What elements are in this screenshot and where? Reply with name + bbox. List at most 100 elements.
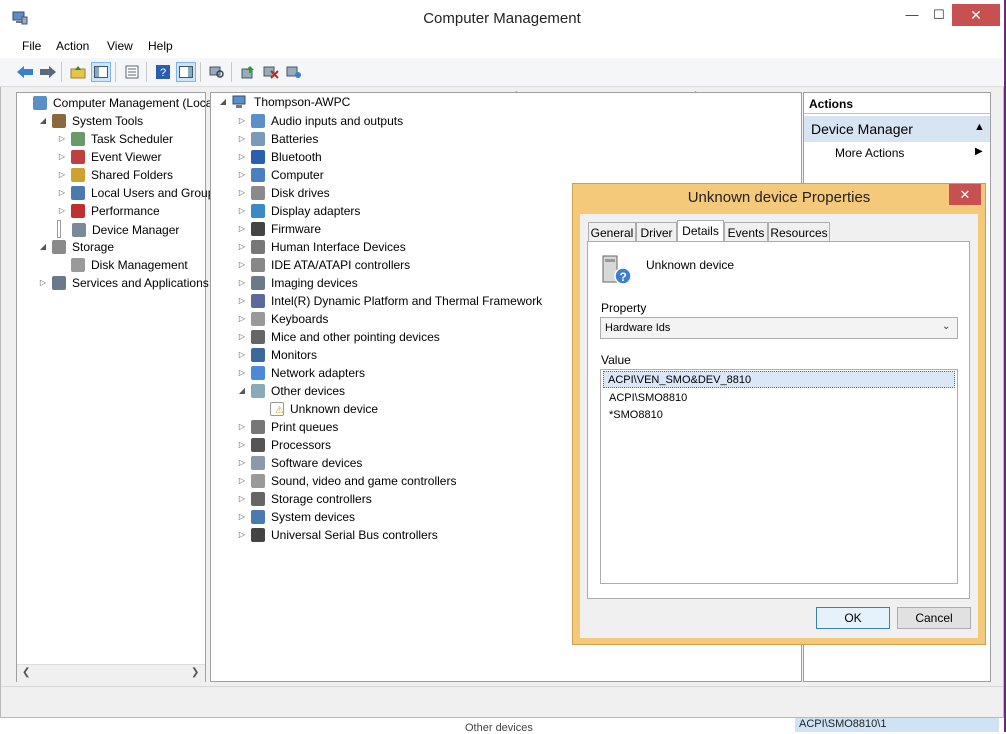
cancel-button[interactable]: Cancel [897,607,971,629]
expand-icon[interactable]: ▷ [237,310,247,328]
minimize-icon: — [905,7,919,22]
tree-item-label: System Tools [72,114,144,128]
forward-button[interactable] [38,62,58,82]
sound-icon [251,474,265,488]
up-one-level-button[interactable] [68,62,88,82]
collapse-icon[interactable]: ◢ [38,238,48,256]
enable-device-button[interactable] [284,62,304,82]
expand-icon[interactable]: ▷ [237,328,247,346]
scroll-right-icon[interactable]: ❯ [191,667,199,678]
expand-icon[interactable]: ▷ [237,202,247,220]
device-category-label: Firmware [271,222,321,236]
back-arrow-icon [17,66,33,78]
processor-icon [251,438,265,452]
chevron-down-icon[interactable]: ⌄ [942,321,954,335]
minimize-button[interactable]: — [898,4,926,26]
selected-value-text[interactable]: ACPI\VEN_SMO&DEV_8810 [608,372,751,388]
ok-button[interactable]: OK [816,607,890,629]
expand-icon[interactable]: ▷ [57,202,67,220]
scan-hardware-button[interactable] [207,62,227,82]
list-item[interactable]: ACPI\SMO8810 [609,390,687,406]
expand-icon[interactable]: ▷ [57,184,67,202]
users-icon [71,186,85,200]
expand-icon[interactable]: ▷ [237,346,247,364]
toolbar-separator [200,62,201,82]
expand-icon[interactable]: ▷ [237,130,247,148]
expand-icon[interactable]: ▷ [57,166,67,184]
expand-icon[interactable]: ▷ [237,256,247,274]
device-category-label: Display adapters [271,204,361,218]
expand-icon[interactable]: ▷ [237,526,247,544]
storage-icon [52,240,66,254]
expand-icon[interactable]: ▷ [57,130,67,148]
property-dropdown[interactable]: Hardware Ids [600,317,958,339]
device-category-label: Batteries [271,132,319,146]
collapse-section-icon[interactable]: ▲ [974,121,985,133]
menu-view[interactable]: View [107,39,133,53]
expand-icon[interactable]: ▷ [237,472,247,490]
collapse-icon[interactable]: ◢ [218,93,228,111]
show-hide-action-pane-button[interactable] [176,62,196,82]
expand-icon[interactable]: ▷ [237,490,247,508]
computer-icon [232,95,246,108]
expand-icon[interactable]: ▷ [57,148,67,166]
properties-icon [125,65,139,79]
show-hide-console-tree-button[interactable] [91,62,111,82]
device-tree-root-label: Thompson-AWPC [254,95,351,109]
tab-driver[interactable]: Driver [636,222,677,242]
device-category-label: Processors [271,438,332,452]
uninstall-icon [263,66,279,79]
close-button[interactable]: ✕ [952,4,1000,26]
close-icon: ✕ [959,187,971,202]
expand-icon[interactable]: ▷ [237,364,247,382]
console-tree-horizontal-scrollbar[interactable]: ❮ ❯ [17,664,205,682]
expand-icon[interactable]: ▷ [237,292,247,310]
menu-action[interactable]: Action [56,39,89,53]
expand-icon[interactable]: ▷ [237,418,247,436]
expand-icon[interactable]: ▷ [237,508,247,526]
collapse-icon[interactable]: ◢ [237,382,247,400]
expand-icon[interactable]: ▷ [237,454,247,472]
action-pane-icon [179,66,193,78]
tab-events[interactable]: Events [724,222,768,242]
expand-icon[interactable]: ▷ [237,436,247,454]
list-item[interactable]: *SMO8810 [609,407,663,423]
expand-icon[interactable]: ▷ [237,274,247,292]
svg-text:?: ? [620,270,627,284]
actions-section-device-manager[interactable]: Device Manager ▲ [804,116,990,142]
collapse-icon[interactable]: ◢ [38,112,48,130]
network-icon [251,366,265,380]
disk-management-icon [71,258,85,272]
expand-icon[interactable]: ▷ [237,220,247,238]
tree-item-label: Local Users and Groups [91,186,221,200]
tree-item-label: Device Manager [92,223,180,237]
tab-general[interactable]: General [588,222,636,242]
enable-device-icon [286,66,301,78]
expand-icon[interactable]: ▷ [237,112,247,130]
menu-file[interactable]: File [22,39,41,53]
shared-folder-icon [71,168,85,182]
expand-icon[interactable]: ▷ [237,166,247,184]
status-bar [1,686,1003,717]
tree-item-label: Task Scheduler [91,132,174,146]
printer-icon [251,420,265,434]
maximize-button[interactable]: ☐ [925,4,953,26]
help-button[interactable]: ? [153,62,173,82]
expand-icon[interactable]: ▷ [237,184,247,202]
tree-item-device-manager[interactable]: Device Manager [57,220,179,238]
expand-icon[interactable]: ▷ [237,148,247,166]
scroll-left-icon[interactable]: ❮ [22,667,30,678]
tab-resources[interactable]: Resources [768,222,830,242]
expand-icon[interactable]: ▷ [237,238,247,256]
back-button[interactable] [15,62,35,82]
battery-icon [251,132,265,146]
uninstall-device-button[interactable] [261,62,281,82]
dialog-close-button[interactable]: ✕ [949,184,981,205]
update-driver-button[interactable] [238,62,258,82]
menu-help[interactable]: Help [148,39,173,53]
expand-icon[interactable]: ▷ [38,274,48,292]
more-actions-link[interactable]: More Actions [835,146,904,160]
properties-button[interactable] [122,62,142,82]
value-list[interactable]: ACPI\VEN_SMO&DEV_8810 ACPI\SMO8810 *SMO8… [600,369,958,584]
tab-details[interactable]: Details [677,220,724,243]
